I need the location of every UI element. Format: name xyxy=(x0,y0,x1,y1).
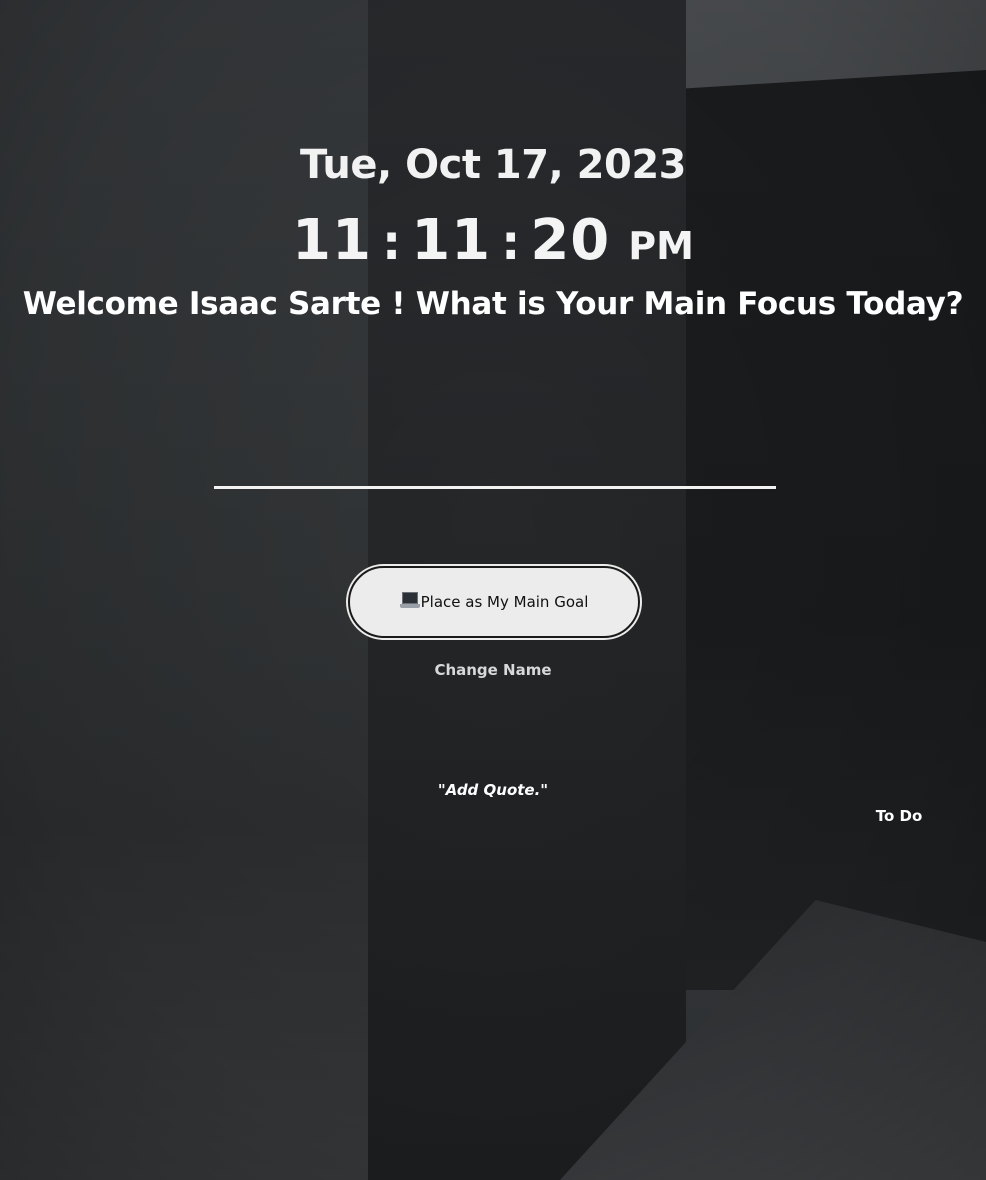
clock-minutes: 11 xyxy=(411,208,492,273)
place-main-goal-button[interactable]: Place as My Main Goal xyxy=(348,566,640,638)
place-main-goal-label: Place as My Main Goal xyxy=(420,593,589,611)
clock-period: PM xyxy=(628,224,694,268)
quote-row: "Add Quote." xyxy=(0,781,986,799)
change-name-link[interactable]: Change Name xyxy=(434,661,551,679)
clock-separator: : xyxy=(501,215,521,271)
date-display: Tue, Oct 17, 2023 xyxy=(300,142,687,188)
laptop-icon xyxy=(399,592,420,610)
change-name-row: Change Name xyxy=(0,661,986,679)
main-focus-input[interactable] xyxy=(214,440,776,489)
clock-separator: : xyxy=(381,215,402,271)
todo-link[interactable]: To Do xyxy=(860,807,938,825)
clock-seconds: 20 xyxy=(530,208,611,273)
clock-hours: 11 xyxy=(292,208,372,273)
app-root: Tue, Oct 17, 2023 11:11:20 PM Welcome Isa… xyxy=(0,0,986,1180)
add-quote-link[interactable]: "Add Quote." xyxy=(438,781,548,799)
welcome-heading: Welcome Isaac Sarte ! What is Your Main … xyxy=(22,286,964,322)
clock-display: 11:11:20 PM xyxy=(0,208,986,273)
